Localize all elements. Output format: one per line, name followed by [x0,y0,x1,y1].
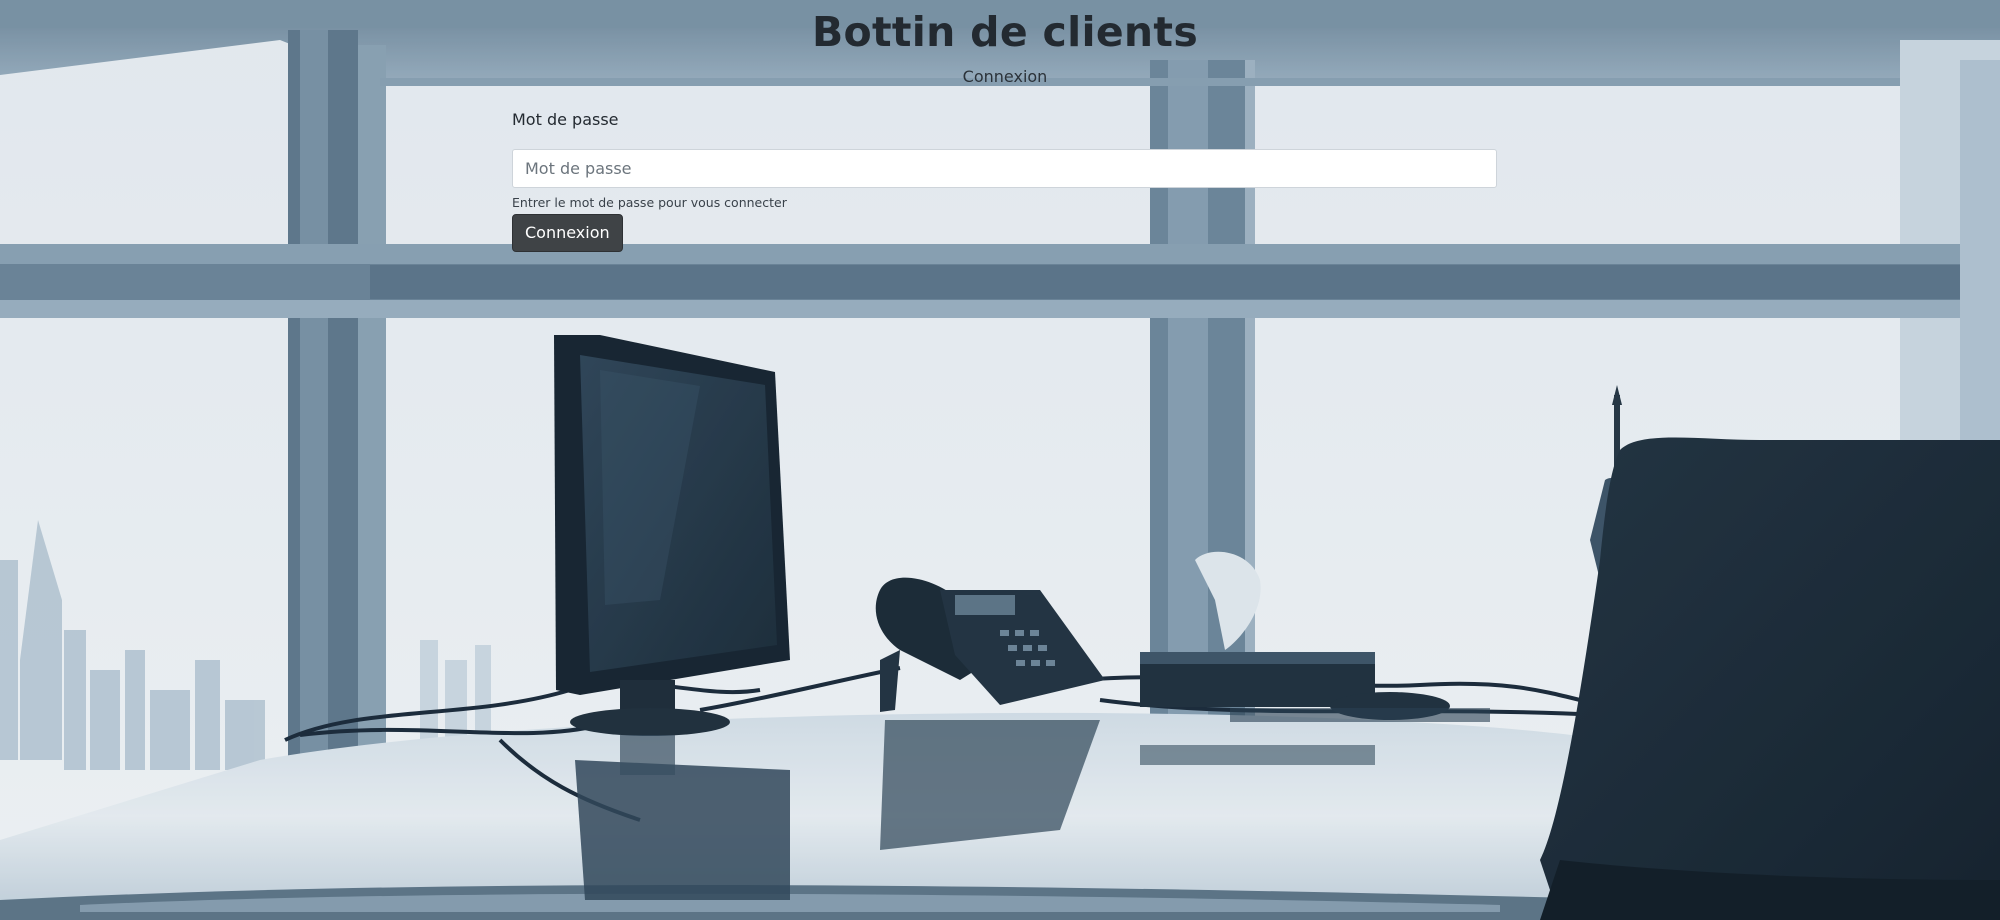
login-form: Mot de passe Entrer le mot de passe pour… [512,105,1497,252]
password-input[interactable] [512,149,1497,188]
page-title: Bottin de clients [811,8,1199,56]
login-page: Bottin de clients Connexion Mot de passe… [0,0,2000,920]
password-label: Mot de passe [512,110,619,129]
password-help-text: Entrer le mot de passe pour vous connect… [512,195,787,210]
page-subtitle: Connexion [962,67,1048,86]
login-button[interactable]: Connexion [512,214,623,252]
